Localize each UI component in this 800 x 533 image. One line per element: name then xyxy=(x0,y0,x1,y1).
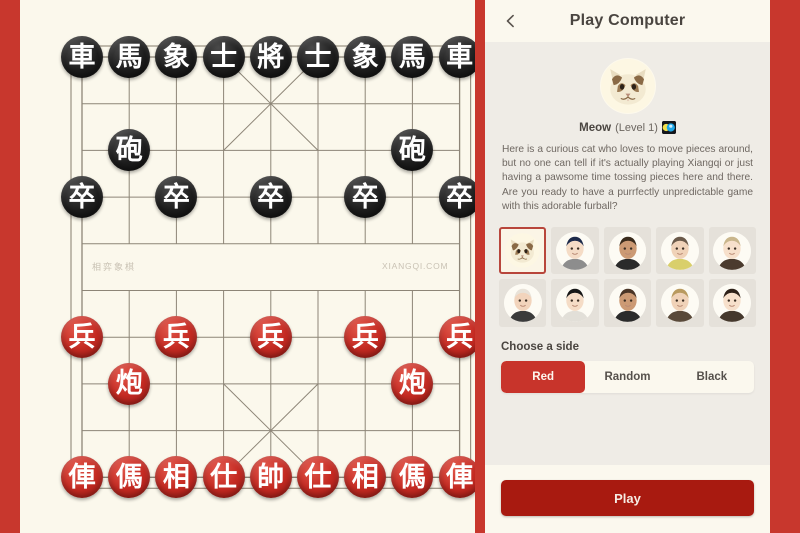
board-watermark-site: XIANGQI.COM xyxy=(382,261,449,271)
red-soldier-1[interactable]: 兵 xyxy=(61,316,103,359)
side-option-random[interactable]: Random xyxy=(585,361,669,393)
avatar-older-man-glasses[interactable] xyxy=(499,279,547,327)
avatar-cat[interactable] xyxy=(499,227,547,275)
avatar-man-glasses-dark[interactable] xyxy=(551,279,599,327)
black-advisor-right[interactable]: 士 xyxy=(297,36,339,78)
person-avatar xyxy=(608,231,647,270)
red-cannon-left[interactable]: 炮 xyxy=(108,362,151,405)
side-option-red[interactable]: Red xyxy=(501,360,586,393)
red-advisor-right[interactable]: 仕 xyxy=(297,456,339,499)
avatar-blond-man[interactable] xyxy=(656,279,704,327)
page-title: Play Computer xyxy=(569,12,686,29)
arrow-left-icon xyxy=(506,14,514,28)
black-soldier-1[interactable]: 卒 xyxy=(61,176,103,219)
avatar-woman-long-hair[interactable] xyxy=(603,279,652,327)
person-avatar xyxy=(660,284,699,323)
side-toggle-group[interactable]: Red Random Black xyxy=(501,360,754,393)
avatar-grid[interactable] xyxy=(499,227,757,327)
avatar-man-suit[interactable] xyxy=(708,279,757,327)
person-avatar xyxy=(556,284,595,323)
opponent-level: (Level 1) xyxy=(615,121,658,134)
person-avatar xyxy=(556,231,595,270)
avatar-man-grey-hair[interactable] xyxy=(708,227,757,275)
person-avatar xyxy=(713,284,752,323)
opponent-avatar xyxy=(599,58,656,114)
person-avatar xyxy=(660,231,699,270)
person-avatar xyxy=(713,284,752,323)
person-avatar xyxy=(608,231,647,270)
person-avatar xyxy=(608,284,647,323)
red-general[interactable]: 帥 xyxy=(249,456,292,499)
person-avatar xyxy=(660,231,699,270)
black-soldier-4[interactable]: 卒 xyxy=(344,176,387,219)
black-soldier-3[interactable]: 卒 xyxy=(249,176,292,219)
cat-avatar xyxy=(505,233,541,269)
black-horse-left[interactable]: 馬 xyxy=(108,36,151,78)
red-soldier-3[interactable]: 兵 xyxy=(249,316,292,359)
back-button[interactable] xyxy=(499,9,523,33)
panel-divider xyxy=(475,0,485,533)
black-advisor-left[interactable]: 士 xyxy=(202,36,245,78)
xiangqi-board-panel[interactable]: 相弈象棋 XIANGQI.COM 車馬象士將士象馬車砲砲卒卒卒卒卒兵兵兵兵兵炮炮… xyxy=(20,0,475,533)
black-general[interactable]: 將 xyxy=(249,36,292,78)
board-watermark-chinese: 相弈象棋 xyxy=(92,262,137,272)
play-button-bar: Play xyxy=(485,465,770,533)
black-chariot-left[interactable]: 車 xyxy=(61,36,103,78)
red-chariot-left[interactable]: 俥 xyxy=(61,456,103,499)
red-advisor-left[interactable]: 仕 xyxy=(202,456,245,499)
opponent-name-row: Meow (Level 1) xyxy=(485,121,770,134)
app-root: 相弈象棋 XIANGQI.COM 車馬象士將士象馬車砲砲卒卒卒卒卒兵兵兵兵兵炮炮… xyxy=(0,0,800,533)
avatar-man-short-hair[interactable] xyxy=(656,227,704,275)
difficulty-badge-icon xyxy=(661,121,676,134)
play-computer-panel: Play Computer Meow (Level 1) Here is a c… xyxy=(485,0,770,533)
choose-side-section: Choose a side Red Random Black xyxy=(501,341,754,393)
person-avatar xyxy=(556,231,595,270)
board-canvas[interactable]: 相弈象棋 XIANGQI.COM 車馬象士將士象馬車砲砲卒卒卒卒卒兵兵兵兵兵炮炮… xyxy=(20,0,475,533)
cat-avatar xyxy=(505,233,541,269)
avatar-boy-dark-hair[interactable] xyxy=(551,227,599,275)
person-avatar xyxy=(660,284,699,323)
person-avatar xyxy=(713,231,752,270)
side-option-black[interactable]: Black xyxy=(670,361,754,393)
black-chariot-right[interactable]: 車 xyxy=(438,36,475,78)
cat-avatar xyxy=(600,59,655,113)
choose-side-label: Choose a side xyxy=(501,340,579,353)
difficulty-badge-glyph xyxy=(661,121,676,134)
person-avatar xyxy=(608,284,647,323)
avatar-woman-hijab[interactable] xyxy=(603,227,652,275)
red-cannon-right[interactable]: 炮 xyxy=(391,362,434,405)
opponent-block: Meow (Level 1) Here is a curious cat who… xyxy=(485,42,770,214)
person-avatar xyxy=(503,284,542,323)
person-avatar xyxy=(556,284,595,323)
person-avatar xyxy=(713,231,752,270)
opponent-name: Meow xyxy=(579,121,612,134)
panel-header: Play Computer xyxy=(485,0,770,42)
black-elephant-right[interactable]: 象 xyxy=(344,36,387,78)
person-avatar xyxy=(503,284,542,323)
opponent-description: Here is a curious cat who loves to move … xyxy=(502,144,753,212)
play-button[interactable]: Play xyxy=(501,480,754,516)
